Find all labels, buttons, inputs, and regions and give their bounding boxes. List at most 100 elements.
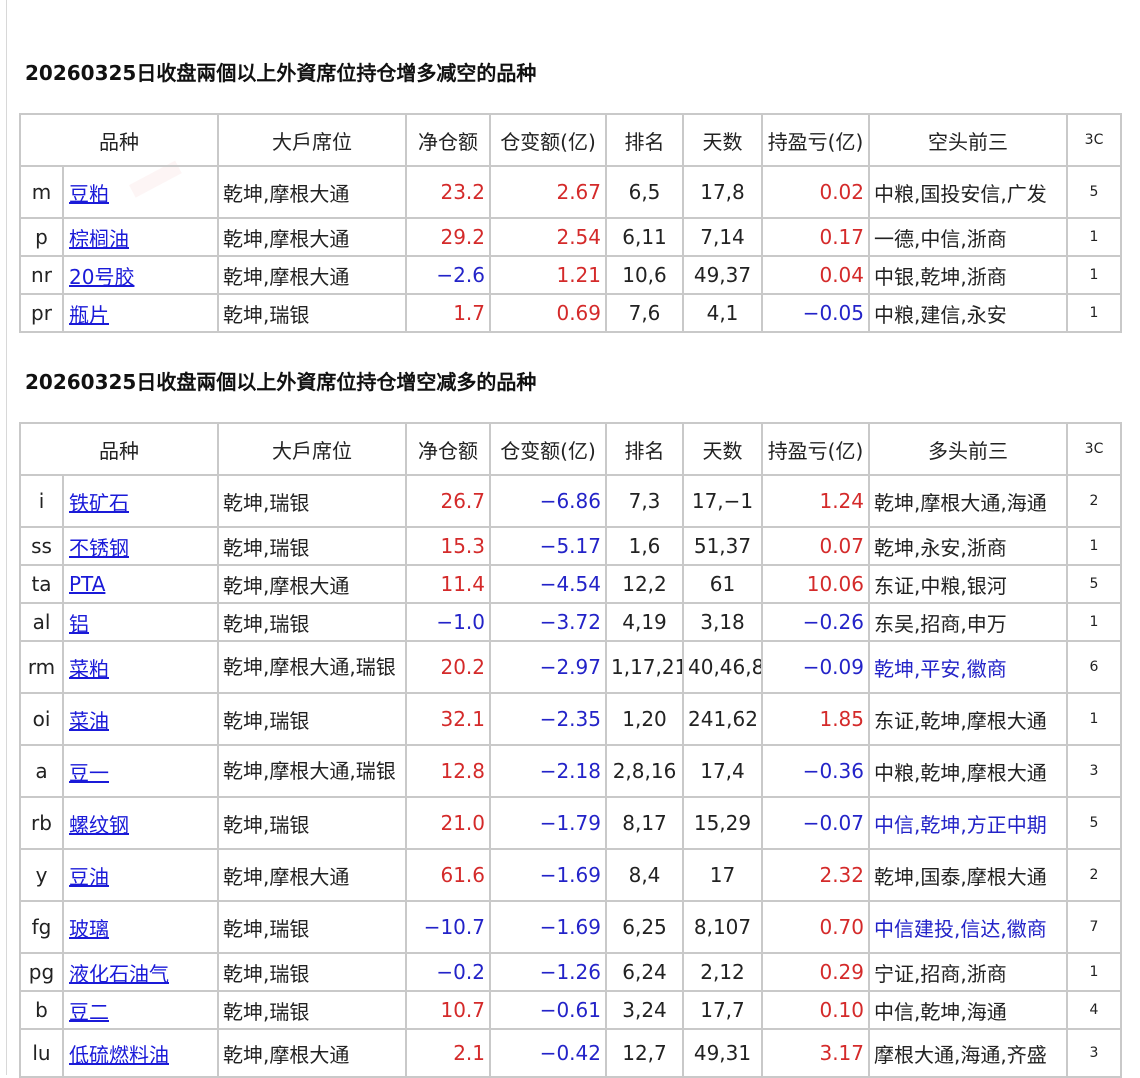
variety-link[interactable]: 菜粕 xyxy=(69,657,109,681)
seats-cell: 乾坤,摩根大通 xyxy=(217,255,407,295)
variety-code: al xyxy=(19,602,64,642)
variety-code: y xyxy=(19,848,64,902)
variety-name-cell: 豆油 xyxy=(62,848,219,902)
pnl-value: −0.07 xyxy=(761,796,870,850)
rank-cell: 8,17 xyxy=(605,796,684,850)
top3-cell: 中粮,建信,永安 xyxy=(868,293,1068,333)
seats-cell: 乾坤,摩根大通,瑞银 xyxy=(217,640,407,694)
c3-cell: 4 xyxy=(1066,990,1122,1030)
variety-code: b xyxy=(19,990,64,1030)
days-cell: 4,1 xyxy=(682,293,763,333)
c3-cell: 2 xyxy=(1066,474,1122,528)
variety-link[interactable]: 液化石油气 xyxy=(69,962,169,986)
top3-cell: 中粮,国投安信,广发 xyxy=(868,165,1068,219)
change-value: −6.86 xyxy=(489,474,607,528)
days-cell: 2,12 xyxy=(682,952,763,992)
variety-code: oi xyxy=(19,692,64,746)
variety-name-cell: 20号胶 xyxy=(62,255,219,295)
top3-cell: 中信建投,信达,徽商 xyxy=(868,900,1068,954)
net-value: −1.0 xyxy=(405,602,491,642)
change-value: −1.69 xyxy=(489,848,607,902)
seats-cell: 乾坤,瑞银 xyxy=(217,293,407,333)
days-cell: 17,8 xyxy=(682,165,763,219)
change-value: −2.35 xyxy=(489,692,607,746)
net-value: 21.0 xyxy=(405,796,491,850)
seats-cell: 乾坤,摩根大通,瑞银 xyxy=(217,744,407,798)
variety-link[interactable]: 铝 xyxy=(69,612,89,636)
net-value: 1.7 xyxy=(405,293,491,333)
pnl-value: 0.02 xyxy=(761,165,870,219)
header-seats: 大戶席位 xyxy=(217,113,407,167)
variety-link[interactable]: 瓶片 xyxy=(69,303,109,327)
c3-cell: 1 xyxy=(1066,526,1122,566)
net-value: 29.2 xyxy=(405,217,491,257)
top3-cell: 中信,乾坤,海通 xyxy=(868,990,1068,1030)
change-value: −0.42 xyxy=(489,1028,607,1078)
variety-link[interactable]: 棕榈油 xyxy=(69,227,129,251)
header-pnl: 持盈亏(亿) xyxy=(761,113,870,167)
variety-link[interactable]: 玻璃 xyxy=(69,917,109,941)
rank-cell: 2,8,16 xyxy=(605,744,684,798)
pnl-value: 3.17 xyxy=(761,1028,870,1078)
variety-link[interactable]: 菜油 xyxy=(69,709,109,733)
variety-code: fg xyxy=(19,900,64,954)
variety-code: p xyxy=(19,217,64,257)
rank-cell: 1,20 xyxy=(605,692,684,746)
rank-cell: 3,24 xyxy=(605,990,684,1030)
variety-link[interactable]: 低硫燃料油 xyxy=(69,1043,169,1067)
change-value: 0.69 xyxy=(489,293,607,333)
seats-cell: 乾坤,瑞银 xyxy=(217,474,407,528)
variety-link[interactable]: 螺纹钢 xyxy=(69,813,129,837)
table-row: p 棕榈油 乾坤,摩根大通 29.2 2.54 6,11 7,14 0.17 一德,中信,浙商 1 xyxy=(19,217,1122,257)
rank-cell: 6,24 xyxy=(605,952,684,992)
seats-cell: 乾坤,瑞银 xyxy=(217,796,407,850)
variety-link[interactable]: 豆油 xyxy=(69,865,109,889)
rank-cell: 6,25 xyxy=(605,900,684,954)
table-row: b 豆二 乾坤,瑞银 10.7 −0.61 3,24 17,7 0.10 中信,乾坤,海通 4 xyxy=(19,990,1122,1030)
net-value: 10.7 xyxy=(405,990,491,1030)
variety-link[interactable]: 20号胶 xyxy=(69,265,134,289)
days-cell: 241,62 xyxy=(682,692,763,746)
days-cell: 17,−1 xyxy=(682,474,763,528)
header-net: 净仓额 xyxy=(405,422,491,476)
variety-name-cell: 玻璃 xyxy=(62,900,219,954)
seats-cell: 乾坤,摩根大通 xyxy=(217,564,407,604)
rank-cell: 12,2 xyxy=(605,564,684,604)
net-value: −2.6 xyxy=(405,255,491,295)
days-cell: 3,18 xyxy=(682,602,763,642)
header-variety: 品种 xyxy=(19,113,219,167)
pnl-value: 0.04 xyxy=(761,255,870,295)
variety-code: rm xyxy=(19,640,64,694)
table-row: y 豆油 乾坤,摩根大通 61.6 −1.69 8,4 17 2.32 乾坤,国泰,摩根大通 2 xyxy=(19,848,1122,902)
pnl-value: 2.32 xyxy=(761,848,870,902)
top3-cell: 中粮,乾坤,摩根大通 xyxy=(868,744,1068,798)
net-value: −10.7 xyxy=(405,900,491,954)
pnl-value: −0.05 xyxy=(761,293,870,333)
top3-cell: 乾坤,永安,浙商 xyxy=(868,526,1068,566)
days-cell: 61 xyxy=(682,564,763,604)
c3-cell: 5 xyxy=(1066,796,1122,850)
pnl-value: 0.70 xyxy=(761,900,870,954)
rank-cell: 6,5 xyxy=(605,165,684,219)
variety-link[interactable]: 豆一 xyxy=(69,761,109,785)
c3-cell: 5 xyxy=(1066,564,1122,604)
change-value: −1.26 xyxy=(489,952,607,992)
header-change: 仓变额(亿) xyxy=(489,422,607,476)
variety-code: lu xyxy=(19,1028,64,1078)
variety-link[interactable]: 不锈钢 xyxy=(69,536,129,560)
table-row: a 豆一 乾坤,摩根大通,瑞银 12.8 −2.18 2,8,16 17,4 −0.36 中粮,… xyxy=(19,744,1122,798)
variety-name-cell: 铝 xyxy=(62,602,219,642)
days-cell: 40,46,8 xyxy=(682,640,763,694)
variety-name-cell: 瓶片 xyxy=(62,293,219,333)
variety-name-cell: 豆粕 xyxy=(62,165,219,219)
variety-code: m xyxy=(19,165,64,219)
variety-link[interactable]: PTA xyxy=(69,572,105,596)
pnl-value: 0.07 xyxy=(761,526,870,566)
variety-link[interactable]: 豆二 xyxy=(69,1000,109,1024)
variety-code: pr xyxy=(19,293,64,333)
variety-link[interactable]: 豆粕 xyxy=(69,182,109,206)
variety-link[interactable]: 铁矿石 xyxy=(69,491,129,515)
table-header-row: 品种 大戶席位 净仓额 仓变额(亿) 排名 天数 持盈亏(亿) 多头前三 3C xyxy=(19,422,1122,476)
table-row: ss 不锈钢 乾坤,瑞银 15.3 −5.17 1,6 51,37 0.07 乾坤,永安,浙商 1 xyxy=(19,526,1122,566)
variety-code: i xyxy=(19,474,64,528)
